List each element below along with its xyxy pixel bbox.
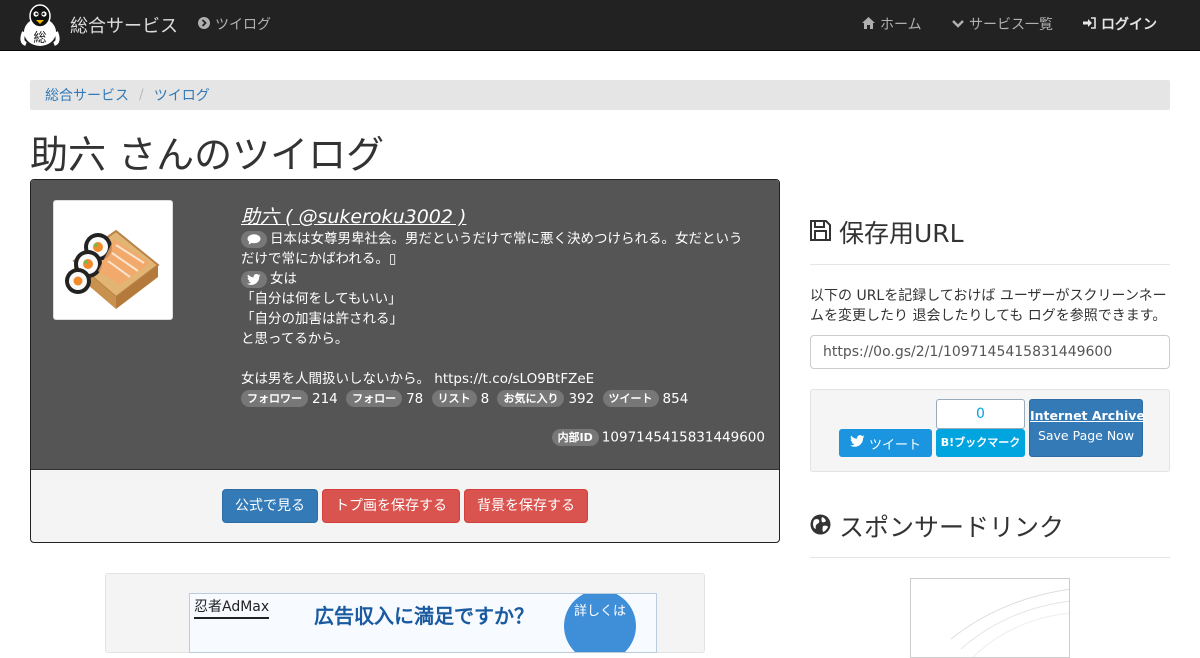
ad-logo: 忍者AdMax bbox=[194, 596, 270, 619]
share-box: ツイート 0 B!ブックマーク Internet Archive Save Pa… bbox=[810, 389, 1170, 472]
brand-link[interactable]: 総 総合サービス bbox=[20, 2, 178, 46]
bio-line: 「自分は何をしてもいい」 bbox=[241, 291, 402, 307]
save-url-description: 以下の URLを記録しておけば ユーザーがスクリーンネームを変更したり 退会した… bbox=[810, 288, 1167, 324]
sign-in-icon bbox=[1083, 0, 1096, 50]
bio-line bbox=[241, 349, 766, 369]
nav-tweetlog-label: ツイログ bbox=[215, 17, 271, 33]
penguin-logo-icon: 総 bbox=[20, 2, 60, 46]
internet-archive-action: Save Page Now bbox=[1037, 428, 1135, 443]
tweet-button-label: ツイート bbox=[868, 437, 921, 453]
stat-label-followers: フォロワー bbox=[241, 390, 308, 407]
page-title: 助六 さんのツイログ bbox=[30, 133, 385, 177]
stat-label-lists: リスト bbox=[431, 390, 477, 407]
stat-label-tweets: ツイート bbox=[602, 390, 659, 407]
bio-line: 「自分の加害は許される」 bbox=[241, 311, 403, 327]
bio-line: だけで常にかばわれる。▯ bbox=[241, 251, 397, 267]
chevron-circle-right-icon bbox=[198, 0, 210, 50]
internal-id: 内部ID 1097145415831449600 bbox=[551, 429, 765, 446]
stat-value-lists: 8 bbox=[480, 390, 490, 407]
comment-icon bbox=[241, 230, 267, 248]
profile-name-link[interactable]: 助六 ( @sukeroku3002 ) bbox=[241, 202, 466, 229]
tweet-button[interactable]: ツイート bbox=[839, 429, 932, 457]
internet-archive-button[interactable]: Internet Archive Save Page Now bbox=[1029, 399, 1145, 457]
breadcrumb-current-link[interactable]: ツイログ bbox=[154, 85, 210, 105]
stat-value-tweets: 854 bbox=[662, 390, 689, 407]
save-url-field[interactable]: https://0o.gs/2/1/1097145415831449600 bbox=[810, 335, 1170, 369]
avatar[interactable] bbox=[53, 200, 173, 320]
stat-label-following: フォロー bbox=[346, 390, 403, 407]
nav-tweetlog[interactable]: ツイログ bbox=[198, 0, 271, 50]
save-background-button[interactable]: 背景を保存する bbox=[464, 489, 588, 523]
twitter-bird-icon bbox=[241, 270, 267, 288]
profile-panel: 助六 ( @sukeroku3002 ) 日本は女尊男卑社会。男だというだけで常… bbox=[30, 179, 780, 543]
profile-actions: 公式で見る トプ画を保存する 背景を保存する bbox=[31, 489, 779, 523]
bio-line: 女は男を人間扱いしないから。 https://t.co/sLO9BtFZeE bbox=[241, 371, 595, 387]
stat-value-favorites: 392 bbox=[568, 390, 595, 407]
hatena-bookmark-button[interactable]: B!ブックマーク bbox=[936, 429, 1025, 457]
nav-home[interactable]: ホーム bbox=[862, 0, 922, 50]
save-url-title: 保存用URL bbox=[839, 219, 964, 248]
svg-text:総: 総 bbox=[33, 31, 46, 46]
bio-line: 女は bbox=[241, 269, 766, 289]
ad-details-badge: 詳しくは bbox=[564, 594, 636, 652]
view-official-button[interactable]: 公式で見る bbox=[222, 489, 318, 523]
nav-home-label: ホーム bbox=[880, 17, 922, 33]
internet-archive-title: Internet Archive bbox=[1030, 408, 1145, 423]
profile-stats: フォロワー 214 フォロー 78 リスト 8 お気に入り 392 ツイート 854 bbox=[241, 390, 692, 407]
bio-text: 日本は女尊男卑社会。男だというだけで常に悪く決めつけられる。女だという bbox=[270, 231, 743, 247]
bio-line: と思ってるから。 bbox=[241, 331, 349, 347]
ad-container: 忍者AdMax 広告収入に満足ですか？ 詳しくは bbox=[105, 573, 705, 653]
save-icon-image-button[interactable]: トプ画を保存する bbox=[322, 489, 460, 523]
internal-id-label: 内部ID bbox=[551, 429, 599, 446]
divider bbox=[810, 264, 1170, 265]
hatena-bookmark[interactable]: 0 B!ブックマーク bbox=[936, 399, 1025, 457]
bio-text: 女は bbox=[270, 271, 297, 287]
nav-login-label: ログイン bbox=[1101, 17, 1157, 33]
save-url-heading: 保存用URL bbox=[810, 214, 964, 250]
profile-header: 助六 ( @sukeroku3002 ) 日本は女尊男卑社会。男だというだけで常… bbox=[31, 180, 779, 470]
internal-id-value: 1097145415831449600 bbox=[601, 429, 765, 446]
breadcrumb-home-link[interactable]: 総合サービス bbox=[45, 85, 129, 105]
profile-bio: 日本は女尊男卑社会。男だというだけで常に悪く決めつけられる。女だという だけで常… bbox=[241, 229, 766, 389]
stat-value-following: 78 bbox=[406, 390, 424, 407]
bio-line: 日本は女尊男卑社会。男だというだけで常に悪く決めつけられる。女だという bbox=[241, 229, 766, 249]
globe-icon bbox=[810, 512, 831, 541]
nav-login[interactable]: ログイン bbox=[1083, 0, 1157, 50]
stat-value-followers: 214 bbox=[312, 390, 338, 407]
navbar: 総 総合サービス ツイログ ホーム サービス一覧 ログイン bbox=[0, 0, 1200, 51]
breadcrumb-separator: / bbox=[139, 87, 144, 103]
home-icon bbox=[862, 0, 875, 50]
floppy-disk-icon bbox=[810, 218, 831, 247]
divider bbox=[810, 557, 1170, 558]
ad-headline: 広告収入に満足ですか？ bbox=[314, 604, 534, 628]
sponsor-title: スポンサードリンク bbox=[839, 513, 1065, 542]
hatena-bookmark-count: 0 bbox=[936, 399, 1025, 429]
stat-label-favorites: お気に入り bbox=[497, 390, 565, 407]
sponsor-heading: スポンサードリンク bbox=[810, 508, 1064, 544]
brand-title: 総合サービス bbox=[70, 16, 178, 37]
nav-services-label: サービス一覧 bbox=[969, 17, 1053, 33]
sponsor-ad[interactable] bbox=[910, 578, 1070, 658]
ad-banner[interactable]: 忍者AdMax 広告収入に満足ですか？ 詳しくは bbox=[189, 593, 657, 653]
breadcrumb: 総合サービス / ツイログ bbox=[30, 80, 1170, 110]
nav-services[interactable]: サービス一覧 bbox=[952, 0, 1053, 50]
twitter-bird-icon bbox=[849, 435, 865, 451]
chevron-down-icon bbox=[952, 0, 964, 50]
